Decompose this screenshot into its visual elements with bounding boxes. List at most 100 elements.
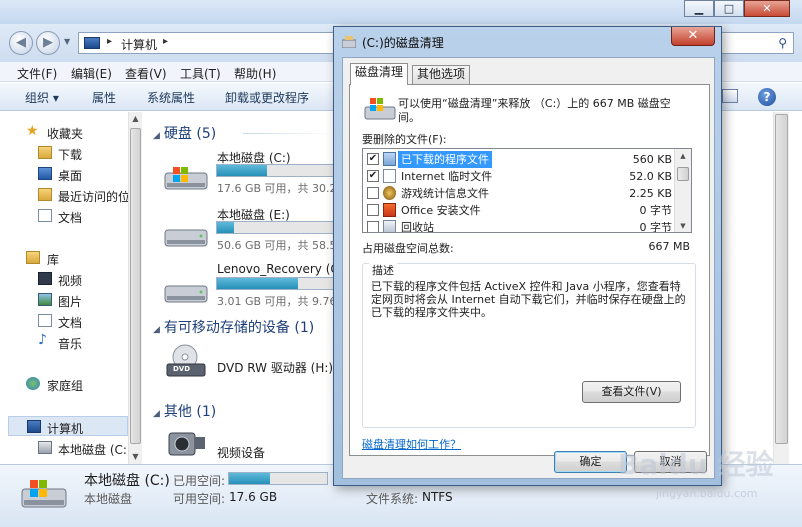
view-files-button[interactable]: 查看文件(V) xyxy=(582,381,681,403)
group-divider xyxy=(243,133,333,134)
back-button[interactable]: ◀ xyxy=(9,31,33,55)
nav-item-documents[interactable]: 文档 xyxy=(0,206,128,226)
file-size: 0 字节 xyxy=(639,221,673,233)
drive-name: Lenovo_Recovery (G:) xyxy=(217,262,349,276)
game-stats-icon xyxy=(383,186,396,200)
help-icon[interactable]: ? xyxy=(758,88,776,106)
list-item[interactable]: ✔ 已下载的程序文件 560 KB xyxy=(363,151,676,168)
list-item[interactable]: ✔ Internet 临时文件 52.0 KB xyxy=(363,168,676,185)
menu-help[interactable]: 帮助(H) xyxy=(234,65,276,82)
nav-favorites[interactable]: ★ 收藏夹 xyxy=(0,122,128,142)
menu-file[interactable]: 文件(F) xyxy=(17,65,57,82)
cancel-button[interactable]: 取消 xyxy=(634,451,707,473)
properties-button[interactable]: 属性 xyxy=(92,89,116,106)
camera-icon xyxy=(168,432,205,456)
hard-disk-icon xyxy=(38,441,52,454)
drive-dvd[interactable]: DVD DVD RW 驱动器 (H:) xyxy=(161,344,336,402)
nav-item-label: 文档 xyxy=(58,316,83,330)
collapse-triangle-icon[interactable]: ◢ xyxy=(153,409,160,419)
breadcrumb-computer[interactable]: 计算机 xyxy=(121,36,157,53)
file-name: Office 安装文件 xyxy=(401,204,481,217)
how-cleanup-works-link[interactable]: 磁盘清理如何工作？ xyxy=(362,436,461,452)
list-item[interactable]: 游戏统计信息文件 2.25 KB xyxy=(363,185,676,202)
search-icon[interactable]: ⚲ xyxy=(778,36,787,50)
desktop-icon xyxy=(38,167,52,180)
device-name: 视频设备 xyxy=(217,446,266,460)
file-checkbox[interactable] xyxy=(367,204,379,216)
recycle-bin-icon xyxy=(383,220,396,232)
file-checkbox[interactable] xyxy=(367,221,379,232)
breadcrumb-separator[interactable]: ▸ xyxy=(107,36,112,47)
group-hard-disks[interactable]: ◢ 硬盘 (5) xyxy=(153,123,216,143)
scroll-up-arrow[interactable]: ▲ xyxy=(129,112,142,126)
search-input[interactable]: ⚲ xyxy=(720,32,794,54)
dialog-close-button[interactable]: ✕ xyxy=(671,27,715,46)
nav-homegroup[interactable]: 家庭组 xyxy=(0,374,128,394)
description-group: 描述 已下载的程序文件包括 ActiveX 控件和 Java 小程序，您查看特定… xyxy=(362,262,696,428)
scrollbar-thumb[interactable] xyxy=(775,114,788,444)
drive-e[interactable]: 本地磁盘 (E:) 50.6 GB 可用，共 58.5 GB xyxy=(161,204,356,262)
system-properties-button[interactable]: 系统属性 xyxy=(147,89,195,106)
menu-view[interactable]: 查看(V) xyxy=(125,65,167,82)
uninstall-program-button[interactable]: 卸载或更改程序 xyxy=(225,89,309,106)
description-text: 已下载的程序文件包括 ActiveX 控件和 Java 小程序，您查看特定网页时… xyxy=(371,280,686,319)
details-type: 本地磁盘 xyxy=(84,492,133,506)
list-item[interactable]: Office 安装文件 0 字节 xyxy=(363,202,676,219)
scroll-up-arrow[interactable]: ▲ xyxy=(675,149,691,164)
nav-computer-label: 计算机 xyxy=(47,422,84,436)
menu-tools[interactable]: 工具(T) xyxy=(180,65,221,82)
computer-icon xyxy=(84,37,100,49)
disk-cleanup-icon xyxy=(342,36,356,48)
dialog-body: 磁盘清理 其他选项 可以使用“磁盘清理”来释放 （C:）上的 667 MB 磁盘… xyxy=(342,57,715,479)
files-to-delete-list[interactable]: ✔ 已下载的程序文件 560 KB ✔ Internet 临时文件 52.0 K… xyxy=(362,148,692,233)
collapse-triangle-icon[interactable]: ◢ xyxy=(153,325,160,335)
files-list-scrollbar[interactable]: ▲ ▼ xyxy=(674,149,691,232)
file-size: 2.25 KB xyxy=(629,187,672,200)
organize-button[interactable]: 组织 ▾ xyxy=(25,89,59,106)
documents-icon xyxy=(38,314,52,327)
address-bar[interactable]: ▸ 计算机 ▸ xyxy=(78,32,340,54)
drive-c[interactable]: 本地磁盘 (C:) 17.6 GB 可用，共 30.2 GB xyxy=(161,147,356,205)
nav-item-documents-lib[interactable]: 文档 xyxy=(0,311,128,331)
scrollbar-thumb[interactable] xyxy=(130,128,141,444)
internet-files-icon xyxy=(383,169,396,183)
forward-button[interactable]: ▶ xyxy=(36,31,60,55)
videos-icon xyxy=(38,272,52,285)
group-removable[interactable]: ◢ 有可移动存储的设备 (1) xyxy=(153,317,314,337)
tab-disk-cleanup[interactable]: 磁盘清理 xyxy=(350,63,409,85)
downloads-folder-icon xyxy=(38,146,52,159)
scroll-down-arrow[interactable]: ▼ xyxy=(675,219,691,232)
nav-item-videos[interactable]: 视频 xyxy=(0,269,128,289)
file-checkbox[interactable] xyxy=(367,187,379,199)
content-pane-scrollbar[interactable] xyxy=(773,112,789,464)
scroll-down-arrow[interactable]: ▼ xyxy=(129,450,142,464)
nav-item-music[interactable]: ♪ 音乐 xyxy=(0,332,128,352)
file-checkbox[interactable]: ✔ xyxy=(367,153,379,165)
minimize-button[interactable]: ▁ xyxy=(684,0,714,17)
navigation-pane: ★ 收藏夹 下载 桌面 最近访问的位置 文档 库 视频 图片 xyxy=(0,112,142,464)
nav-item-downloads[interactable]: 下载 xyxy=(0,143,128,163)
nav-item-desktop[interactable]: 桌面 xyxy=(0,164,128,184)
maximize-button[interactable]: □ xyxy=(714,0,744,17)
ok-button[interactable]: 确定 xyxy=(554,451,627,473)
scrollbar-thumb[interactable] xyxy=(677,167,689,181)
nav-pane-scrollbar[interactable]: ▲ ▼ xyxy=(128,112,142,464)
nav-item-local-disk-c[interactable]: 本地磁盘 (C:) xyxy=(0,438,128,458)
drive-g[interactable]: Lenovo_Recovery (G:) 3.01 GB 可用，共 9.76 G… xyxy=(161,260,356,318)
group-other[interactable]: ◢ 其他 (1) xyxy=(153,401,216,421)
nav-library[interactable]: 库 xyxy=(0,248,128,268)
file-checkbox[interactable]: ✔ xyxy=(367,170,379,182)
pictures-icon xyxy=(38,293,52,306)
menu-edit[interactable]: 编辑(E) xyxy=(71,65,112,82)
close-button[interactable]: ✕ xyxy=(744,0,790,17)
breadcrumb-separator[interactable]: ▸ xyxy=(163,36,168,47)
nav-item-label: 下载 xyxy=(58,148,83,162)
change-view-icon[interactable] xyxy=(722,89,738,103)
tab-more-options[interactable]: 其他选项 xyxy=(412,65,471,84)
nav-computer[interactable]: 计算机 xyxy=(8,416,128,436)
nav-item-pictures[interactable]: 图片 xyxy=(0,290,128,310)
recent-pages-dropdown[interactable]: ▼ xyxy=(64,37,70,46)
list-item[interactable]: 回收站 0 字节 xyxy=(363,219,676,233)
nav-item-recent[interactable]: 最近访问的位置 xyxy=(0,185,128,205)
collapse-triangle-icon[interactable]: ◢ xyxy=(153,131,160,141)
